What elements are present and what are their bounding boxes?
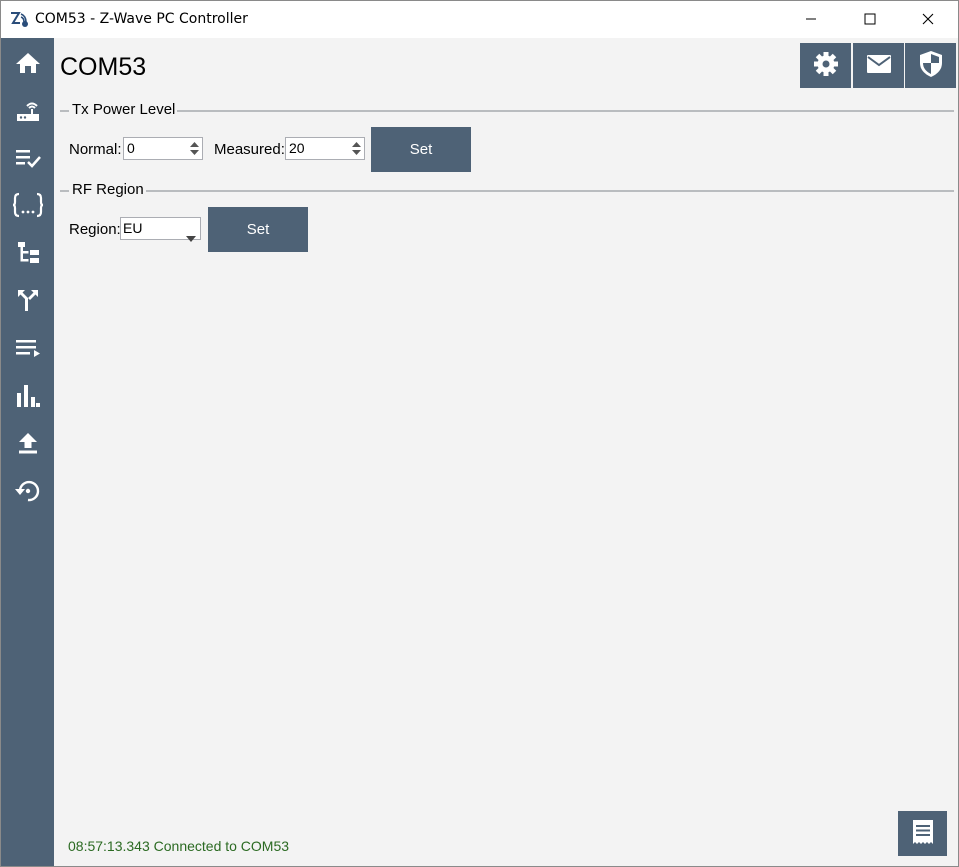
rf-region-set-button[interactable]: Set: [208, 207, 308, 252]
group-divider: [141, 190, 954, 192]
playlist-icon: [15, 337, 41, 359]
group-divider: [60, 190, 69, 192]
home-icon: [15, 51, 41, 75]
measured-power-value: 20: [289, 140, 305, 156]
sidebar-item-home[interactable]: [1, 39, 54, 86]
minimize-button[interactable]: [782, 1, 840, 38]
normal-label: Normal:: [69, 141, 122, 158]
tx-power-group-header: Tx Power Level: [60, 100, 954, 120]
maximize-button[interactable]: [841, 1, 899, 38]
minimize-icon: [805, 10, 817, 29]
tree-icon: [15, 240, 41, 266]
sidebar-item-commands[interactable]: [1, 134, 54, 181]
app-window: COM53 - Z-Wave PC Controller COM53 Tx Po…: [0, 0, 959, 867]
tx-power-group-label: Tx Power Level: [72, 101, 178, 119]
sidebar: [1, 38, 54, 866]
page-title: COM53: [60, 53, 147, 81]
sidebar-item-backup[interactable]: [1, 467, 54, 514]
bar-chart-icon: [15, 383, 41, 409]
security-button[interactable]: [905, 43, 956, 88]
spinner-arrows-icon[interactable]: [189, 140, 200, 157]
title-bar: COM53 - Z-Wave PC Controller: [1, 1, 958, 38]
normal-power-spinner[interactable]: 0: [123, 137, 203, 160]
group-divider: [60, 110, 69, 112]
region-label: Region:: [69, 221, 121, 238]
upload-icon: [16, 431, 40, 455]
router-icon: [15, 97, 41, 123]
tx-power-set-button[interactable]: Set: [371, 127, 471, 172]
main-panel: COM53 Tx Power Level Normal: 0 Measured:…: [54, 38, 958, 866]
sidebar-item-sequences[interactable]: [1, 324, 54, 371]
measured-power-spinner[interactable]: 20: [285, 137, 365, 160]
checklist-icon: [15, 147, 41, 169]
close-button[interactable]: [899, 1, 957, 38]
status-message: 08:57:13.343 Connected to COM53: [68, 838, 290, 854]
gear-icon: [813, 51, 839, 81]
sidebar-item-statistics[interactable]: [1, 372, 54, 419]
chevron-down-icon: [186, 227, 196, 246]
log-button[interactable]: [898, 811, 947, 856]
mail-icon: [866, 54, 892, 78]
rf-region-group-header: RF Region: [60, 180, 954, 200]
zwave-logo-icon: [10, 10, 30, 28]
settings-button[interactable]: [800, 43, 851, 88]
sidebar-item-routing[interactable]: [1, 276, 54, 323]
rf-region-group-label: RF Region: [72, 181, 146, 199]
maximize-icon: [864, 10, 876, 29]
braces-icon: [12, 192, 44, 218]
measured-label: Measured:: [214, 141, 285, 158]
sidebar-item-network[interactable]: [1, 86, 54, 133]
window-title: COM53 - Z-Wave PC Controller: [35, 11, 248, 27]
restore-icon: [14, 477, 42, 505]
group-divider: [170, 110, 954, 112]
close-icon: [922, 10, 934, 29]
route-icon: [15, 287, 41, 313]
region-select[interactable]: EU: [120, 217, 201, 242]
sidebar-item-scripts[interactable]: [1, 181, 54, 228]
sidebar-item-firmware[interactable]: [1, 419, 54, 466]
spinner-arrows-icon[interactable]: [351, 140, 362, 157]
normal-power-value: 0: [127, 140, 135, 156]
sidebar-item-topology[interactable]: [1, 229, 54, 276]
messages-button[interactable]: [853, 43, 904, 88]
log-icon: [911, 819, 935, 849]
shield-icon: [919, 50, 943, 82]
region-value: EU: [123, 220, 143, 236]
